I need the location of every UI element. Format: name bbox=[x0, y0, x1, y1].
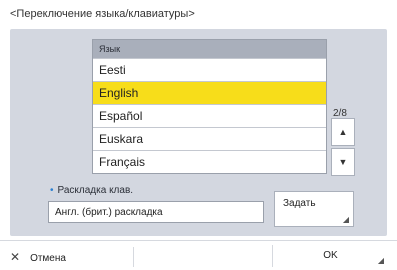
keyboard-layout-label: • Раскладка клав. bbox=[50, 185, 133, 196]
dialog-title: <Переключение языка/клавиатуры> bbox=[10, 8, 195, 20]
cancel-button-label: Отмена bbox=[30, 253, 66, 264]
scroll-down-button[interactable]: ▼ bbox=[331, 148, 355, 176]
ok-button-label: OK bbox=[323, 250, 338, 261]
language-item-euskara[interactable]: Euskara bbox=[93, 127, 326, 150]
set-layout-button-label: Задать bbox=[283, 198, 316, 209]
footer-bar: ✕ Отмена OK ◢ bbox=[0, 240, 397, 270]
settings-panel: Язык Eesti English Español Euskara Franç… bbox=[10, 29, 387, 236]
keyboard-layout-field: Англ. (брит.) раскладка bbox=[48, 201, 264, 223]
language-item-espanol[interactable]: Español bbox=[93, 104, 326, 127]
bullet-icon: • bbox=[50, 185, 54, 196]
triangle-down-icon: ▼ bbox=[338, 157, 348, 167]
close-icon: ✕ bbox=[10, 250, 21, 264]
scroll-up-button[interactable]: ▲ bbox=[331, 118, 355, 146]
keyboard-layout-label-text: Раскладка клав. bbox=[57, 185, 134, 196]
corner-arrow-icon: ◢ bbox=[342, 215, 349, 224]
language-item-english[interactable]: English bbox=[93, 81, 326, 104]
language-item-francais[interactable]: Français bbox=[93, 150, 326, 173]
cancel-button[interactable]: ✕ Отмена bbox=[10, 247, 134, 267]
set-layout-button[interactable]: Задать ◢ bbox=[274, 191, 354, 227]
triangle-up-icon: ▲ bbox=[338, 127, 348, 137]
corner-arrow-icon: ◢ bbox=[377, 256, 384, 265]
language-list: Язык Eesti English Español Euskara Franç… bbox=[92, 39, 327, 174]
language-item-eesti[interactable]: Eesti bbox=[93, 58, 326, 81]
ok-button[interactable]: OK ◢ bbox=[272, 245, 388, 267]
language-list-header: Язык bbox=[93, 40, 326, 58]
